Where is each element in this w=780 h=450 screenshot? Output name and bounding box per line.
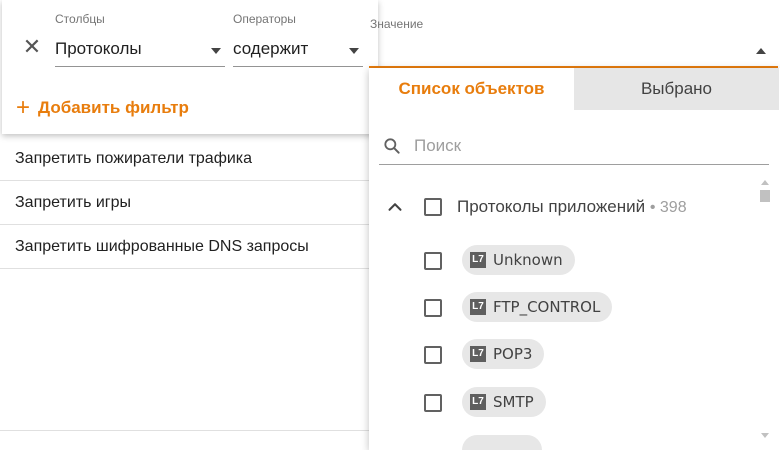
checkbox-icon[interactable] [424, 198, 442, 216]
l7-badge-icon: L7 [470, 299, 486, 315]
chevron-up-icon[interactable] [384, 196, 406, 218]
rule-row[interactable]: Запретить игры [0, 181, 369, 225]
group-name: Протоколы приложений [457, 197, 646, 216]
tab-objects-list[interactable]: Список объектов [369, 68, 574, 110]
list-item: L7 FTP_CONTROL [369, 292, 759, 324]
operators-select[interactable]: содержит [233, 37, 363, 67]
chevron-down-icon [349, 48, 359, 54]
protocol-chip[interactable]: L7 FTP_CONTROL [462, 292, 613, 322]
protocol-label: SMTP [493, 393, 534, 411]
chevron-up-icon[interactable] [756, 48, 766, 54]
columns-select[interactable]: Протоколы [55, 37, 225, 67]
value-input[interactable] [369, 38, 778, 68]
scrollbar-thumb[interactable] [760, 190, 770, 202]
checkbox-icon[interactable] [424, 394, 442, 412]
checkbox-icon[interactable] [424, 299, 442, 317]
tab-selected[interactable]: Выбрано [574, 68, 779, 110]
protocol-chip[interactable]: L7 POP3 [462, 339, 545, 369]
search-input[interactable]: Поиск [379, 132, 769, 165]
l7-badge-icon: L7 [470, 394, 486, 410]
search-icon [384, 138, 400, 154]
operators-value: содержит [233, 39, 309, 58]
value-label: Значение [370, 17, 424, 31]
l7-badge-icon: L7 [470, 252, 486, 268]
group-label: Протоколы приложений • 398 [457, 197, 687, 217]
rule-row[interactable]: Запретить шифрованные DNS запросы [0, 225, 369, 269]
list-item: L7 SMTP [369, 387, 759, 419]
scroll-up-icon[interactable] [761, 180, 769, 185]
columns-value: Протоколы [55, 39, 142, 58]
group-count: • 398 [649, 199, 687, 216]
columns-label: Столбцы [55, 12, 105, 26]
scroll-down-icon[interactable] [761, 433, 769, 438]
protocol-chip[interactable] [462, 435, 542, 450]
dropdown-tabs: Список объектов Выбрано [369, 68, 780, 110]
list-item: L7 POP3 [369, 339, 759, 371]
scrollbar[interactable] [760, 178, 770, 450]
chevron-down-icon [211, 48, 221, 54]
add-filter-button[interactable]: + Добавить фильтр [16, 94, 189, 122]
protocol-chip[interactable]: L7 Unknown [462, 245, 575, 275]
add-filter-label: Добавить фильтр [38, 98, 189, 117]
checkbox-icon[interactable] [424, 252, 442, 270]
divider [0, 430, 369, 431]
list-item: L7 Unknown [369, 245, 759, 277]
protocol-label: POP3 [493, 345, 533, 363]
protocol-chip[interactable]: L7 SMTP [462, 387, 546, 417]
rule-row[interactable]: Запретить пожиратели трафика [0, 137, 369, 181]
protocol-label: Unknown [493, 251, 563, 269]
checkbox-icon[interactable] [424, 346, 442, 364]
operators-label: Операторы [233, 12, 296, 26]
value-dropdown: Список объектов Выбрано Поиск Протоколы … [369, 68, 780, 450]
protocol-label: FTP_CONTROL [493, 298, 601, 316]
plus-icon: + [16, 94, 31, 121]
rules-list: Запретить пожиратели трафика Запретить и… [0, 137, 369, 269]
list-item [369, 435, 759, 450]
filter-card: ✕ Столбцы Протоколы Операторы содержит +… [2, 0, 378, 134]
close-icon[interactable]: ✕ [22, 36, 42, 58]
group-row: Протоколы приложений • 398 [369, 192, 759, 222]
l7-badge-icon: L7 [470, 346, 486, 362]
search-placeholder: Поиск [414, 136, 462, 155]
